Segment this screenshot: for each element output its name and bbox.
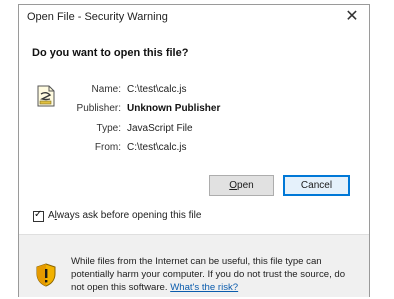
open-label-rest: pen [237,180,254,191]
type-label: Type: [96,123,121,134]
checkmark-icon: ✓ [34,209,43,220]
warning-footer: While files from the Internet can be use… [19,234,369,297]
dialog-heading: Do you want to open this file? [32,47,189,59]
cancel-button[interactable]: Cancel [283,175,350,196]
always-ask-label[interactable]: Always ask before opening this file [48,210,201,221]
always-ask-label-rest: ways ask before opening this file [56,210,202,221]
always-ask-label-a: A [48,210,55,221]
shield-warning-icon [36,263,56,287]
name-value: C:\test\calc.js [127,84,187,95]
from-value: C:\test\calc.js [127,142,187,153]
from-label: From: [94,142,121,153]
type-value: JavaScript File [127,123,193,134]
open-mnemonic: O [229,180,238,191]
publisher-label: Publisher: [76,103,121,114]
close-icon[interactable]: ✕ [341,7,363,27]
security-warning-dialog: Open File - Security Warning ✕ Do you wa… [18,4,370,297]
always-ask-checkbox[interactable]: ✓ [33,209,44,222]
window-title: Open File - Security Warning [27,11,168,23]
name-label: Name: [91,84,121,95]
open-button[interactable]: Open [209,175,274,196]
warning-text: While files from the Internet can be use… [71,255,361,294]
publisher-value: Unknown Publisher [127,103,221,114]
title-bar: Open File - Security Warning ✕ [19,5,369,31]
whats-the-risk-link[interactable]: What's the risk? [170,282,238,293]
